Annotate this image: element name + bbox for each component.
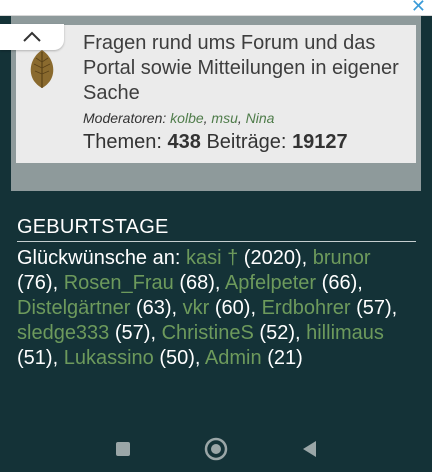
chevron-up-icon	[23, 31, 41, 42]
birthday-user-link[interactable]: Distelgärtner	[17, 297, 130, 319]
birthday-user-link[interactable]: Rosen_Frau	[64, 272, 174, 294]
topics-label: Themen:	[83, 131, 162, 153]
birthdays-list: Glückwünsche an: kasi † (2020), brunor (…	[17, 247, 398, 369]
birthday-age: (50)	[159, 347, 195, 369]
birthday-user-link[interactable]: Admin	[205, 347, 262, 369]
birthday-age: (57)	[114, 322, 151, 344]
back-button[interactable]	[296, 435, 324, 463]
moderator-link[interactable]: Nina	[246, 110, 275, 126]
birthday-age: (51)	[17, 347, 53, 369]
birthdays-title: GEBURTSTAGE	[17, 216, 169, 238]
moderator-link[interactable]: msu	[211, 110, 237, 126]
birthday-age: (68)	[179, 272, 215, 294]
moderators-label: Moderatoren:	[83, 110, 167, 126]
top-bar: ✕	[0, 0, 432, 16]
leaf-icon	[26, 48, 58, 90]
forum-stats: Themen: 438 Beiträge: 19127	[83, 131, 348, 154]
home-button[interactable]	[202, 435, 230, 463]
square-icon	[116, 442, 130, 456]
birthday-age: (60)	[214, 297, 251, 319]
posts-label: Beiträge:	[206, 131, 287, 153]
posts-count: 19127	[292, 131, 348, 153]
birthday-user-link[interactable]: sledge333	[17, 322, 109, 344]
birthday-user-link[interactable]: hillimaus	[306, 322, 384, 344]
moderator-link[interactable]: kolbe	[170, 110, 203, 126]
birthday-age: (2020)	[243, 247, 302, 269]
birthday-age: (21)	[267, 347, 303, 369]
collapse-button[interactable]	[0, 24, 64, 50]
moderators-line: Moderatoren: kolbe, msu, Nina	[83, 110, 275, 126]
birthday-user-link[interactable]: kasi †	[186, 247, 238, 269]
recents-button[interactable]	[109, 435, 137, 463]
birthday-user-link[interactable]: ChristineS	[162, 322, 254, 344]
birthday-age: (52)	[259, 322, 295, 344]
forum-description: Fragen rund ums Forum und das Portal sow…	[83, 32, 399, 104]
birthday-age: (63)	[135, 297, 172, 319]
system-nav-bar	[0, 425, 432, 472]
birthday-user-link[interactable]: Lukassino	[64, 347, 154, 369]
birthday-age: (57)	[356, 297, 392, 319]
birthday-user-link[interactable]: Erdbohrer	[262, 297, 351, 319]
birthdays-intro: Glückwünsche an:	[17, 247, 181, 269]
close-icon[interactable]: ✕	[411, 0, 426, 15]
topics-count: 438	[167, 131, 201, 153]
birthday-age: (66)	[321, 272, 358, 294]
birthday-user-link[interactable]: Apfelpeter	[225, 272, 316, 294]
birthdays-divider	[17, 241, 416, 242]
birthday-age: (76)	[17, 272, 53, 294]
circle-home-icon	[204, 437, 228, 461]
birthday-user-link[interactable]: brunor	[313, 247, 371, 269]
birthday-user-link[interactable]: vkr	[183, 297, 210, 319]
triangle-back-icon	[303, 441, 316, 457]
